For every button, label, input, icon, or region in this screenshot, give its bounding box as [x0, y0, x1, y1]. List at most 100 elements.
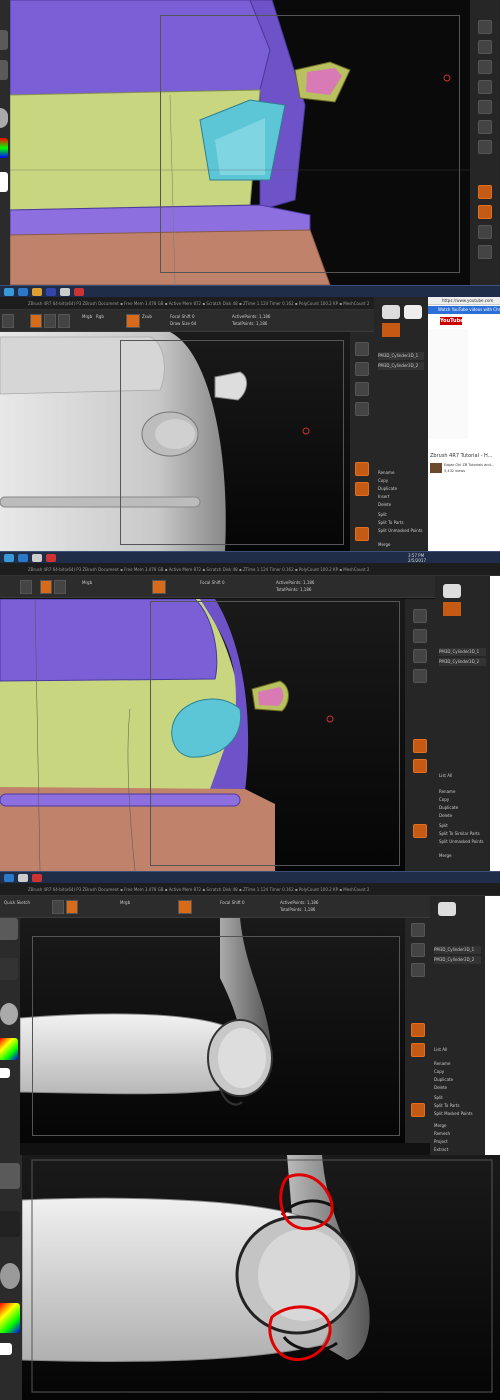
address-bar[interactable]: https://www.youtube.com [428, 297, 500, 305]
tray-xyz-button[interactable] [413, 759, 427, 773]
tool-thumbnail[interactable] [404, 305, 422, 319]
chrome-banner[interactable]: Watch YouTube videos with Chrome [428, 306, 500, 314]
tool-thumbnail[interactable] [382, 323, 400, 337]
video-thumbnail[interactable] [430, 463, 442, 473]
split-masked-button[interactable]: Split Masked Points [434, 1110, 481, 1118]
remesh-button[interactable]: Remesh [434, 1130, 481, 1138]
video-title[interactable]: Zbrush 4R7 Tutorial - H... [430, 453, 492, 459]
merge-button[interactable]: Merge [439, 852, 486, 860]
edit-button[interactable] [2, 314, 14, 328]
list-all-button[interactable]: List All [434, 1046, 481, 1054]
material-sphere[interactable] [0, 108, 8, 128]
tray-button[interactable] [355, 342, 369, 356]
focal-shift-slider[interactable]: Focal Shift 0 [170, 314, 195, 319]
copy-button[interactable]: Copy [434, 1068, 481, 1076]
viewport-4[interactable] [20, 918, 405, 1143]
tray-transp-button[interactable] [411, 1103, 425, 1117]
tray-button[interactable] [355, 402, 369, 416]
zbrush-icon[interactable] [60, 288, 70, 296]
draw-button[interactable] [30, 314, 42, 328]
zbrush-icon[interactable] [18, 874, 28, 882]
tray-local-button[interactable] [355, 462, 369, 476]
split-unmasked-button[interactable]: Split Unmasked Points [378, 527, 424, 535]
color-picker[interactable] [0, 138, 8, 158]
subtool-item[interactable]: PM3D_Cylinder3D_1 [434, 946, 481, 954]
tray-button[interactable] [413, 649, 427, 663]
tray-local-button[interactable] [478, 185, 492, 199]
duplicate-button[interactable]: Duplicate [439, 804, 486, 812]
subtool-item[interactable]: PM3D_Cylinder3D_2 [439, 658, 486, 666]
tray-button[interactable] [413, 669, 427, 683]
zadd-button[interactable] [178, 900, 192, 914]
split-button[interactable]: Split [378, 511, 424, 519]
viewport-2[interactable] [0, 332, 350, 551]
focal-shift-slider[interactable]: Focal Shift 0 [220, 900, 245, 905]
delete-button[interactable]: Delete [378, 501, 424, 509]
tray-transp-button[interactable] [355, 527, 369, 541]
tray-scroll-button[interactable] [478, 40, 492, 54]
draw-size-slider[interactable]: Draw Size 64 [170, 321, 196, 326]
zadd-button[interactable] [126, 314, 140, 328]
tray-button[interactable] [413, 629, 427, 643]
brush-thumbnail[interactable] [0, 30, 8, 50]
tray-persp-button[interactable] [478, 120, 492, 134]
chrome-icon[interactable] [32, 874, 42, 882]
insert-button[interactable]: Insert [378, 493, 424, 501]
color-picker[interactable] [0, 1303, 20, 1333]
tool-thumbnail[interactable] [438, 902, 456, 916]
tray-bpr-button[interactable] [478, 20, 492, 34]
stroke-thumbnail[interactable] [0, 60, 8, 80]
viewport[interactable] [10, 0, 470, 285]
draw-button[interactable] [66, 900, 78, 914]
tool-thumbnail[interactable] [443, 602, 461, 616]
edit-button[interactable] [52, 900, 64, 914]
channel-name[interactable]: Edgar Ghi ZB Tutorials and... [444, 463, 494, 467]
delete-button[interactable]: Delete [434, 1084, 481, 1092]
split-button[interactable]: Split [434, 1094, 481, 1102]
quick-sketch-button[interactable]: Quick Sketch [4, 900, 30, 905]
copy-button[interactable]: Copy [439, 796, 486, 804]
tray-button[interactable] [413, 609, 427, 623]
list-all-button[interactable]: List All [439, 772, 486, 780]
rename-button[interactable]: Rename [439, 788, 486, 796]
delete-button[interactable]: Delete [439, 812, 486, 820]
tray-local-button[interactable] [413, 739, 427, 753]
split-unmasked-button[interactable]: Split Unmasked Points [439, 838, 486, 846]
tray-button[interactable] [355, 382, 369, 396]
tray-button[interactable] [355, 362, 369, 376]
rename-button[interactable]: Rename [378, 469, 424, 477]
brush-thumbnail[interactable] [0, 918, 18, 940]
ie-icon[interactable] [4, 874, 14, 882]
viewport-5[interactable] [22, 1155, 500, 1400]
material-sphere[interactable] [0, 1003, 18, 1025]
chrome-icon[interactable] [46, 554, 56, 562]
tray-button[interactable] [411, 943, 425, 957]
split-button[interactable]: Split [439, 822, 486, 830]
zadd-button[interactable] [152, 580, 166, 594]
ie-icon[interactable] [18, 554, 28, 562]
youtube-logo[interactable]: YouTube [440, 317, 464, 325]
tray-xyz-button[interactable] [411, 1043, 425, 1057]
tray-zoom-button[interactable] [478, 60, 492, 74]
focal-shift-slider[interactable]: Focal Shift 0 [200, 580, 225, 585]
brush-thumbnail[interactable] [0, 1163, 20, 1189]
color-picker[interactable] [0, 1038, 18, 1060]
merge-button[interactable]: Merge [434, 1122, 481, 1130]
main-color-swatch[interactable] [0, 172, 8, 192]
extract-button[interactable]: Extract [434, 1146, 481, 1154]
ie-icon[interactable] [18, 288, 28, 296]
draw-button[interactable] [40, 580, 52, 594]
edit-button[interactable] [20, 580, 32, 594]
zsub-label[interactable]: Zsub [142, 314, 152, 319]
copy-button[interactable]: Copy [378, 477, 424, 485]
tray-local-button[interactable] [411, 1023, 425, 1037]
scale-button[interactable] [58, 314, 70, 328]
mrgb-label[interactable]: Mrgb [82, 580, 92, 585]
duplicate-button[interactable]: Duplicate [378, 485, 424, 493]
tray-transp-button[interactable] [413, 824, 427, 838]
zbrush-icon[interactable] [32, 554, 42, 562]
tool-thumbnail[interactable] [443, 584, 461, 598]
tray-xyz-button[interactable] [355, 482, 369, 496]
split-to-parts-button[interactable]: Split To Parts [378, 519, 424, 527]
stroke-thumbnail[interactable] [0, 958, 18, 980]
